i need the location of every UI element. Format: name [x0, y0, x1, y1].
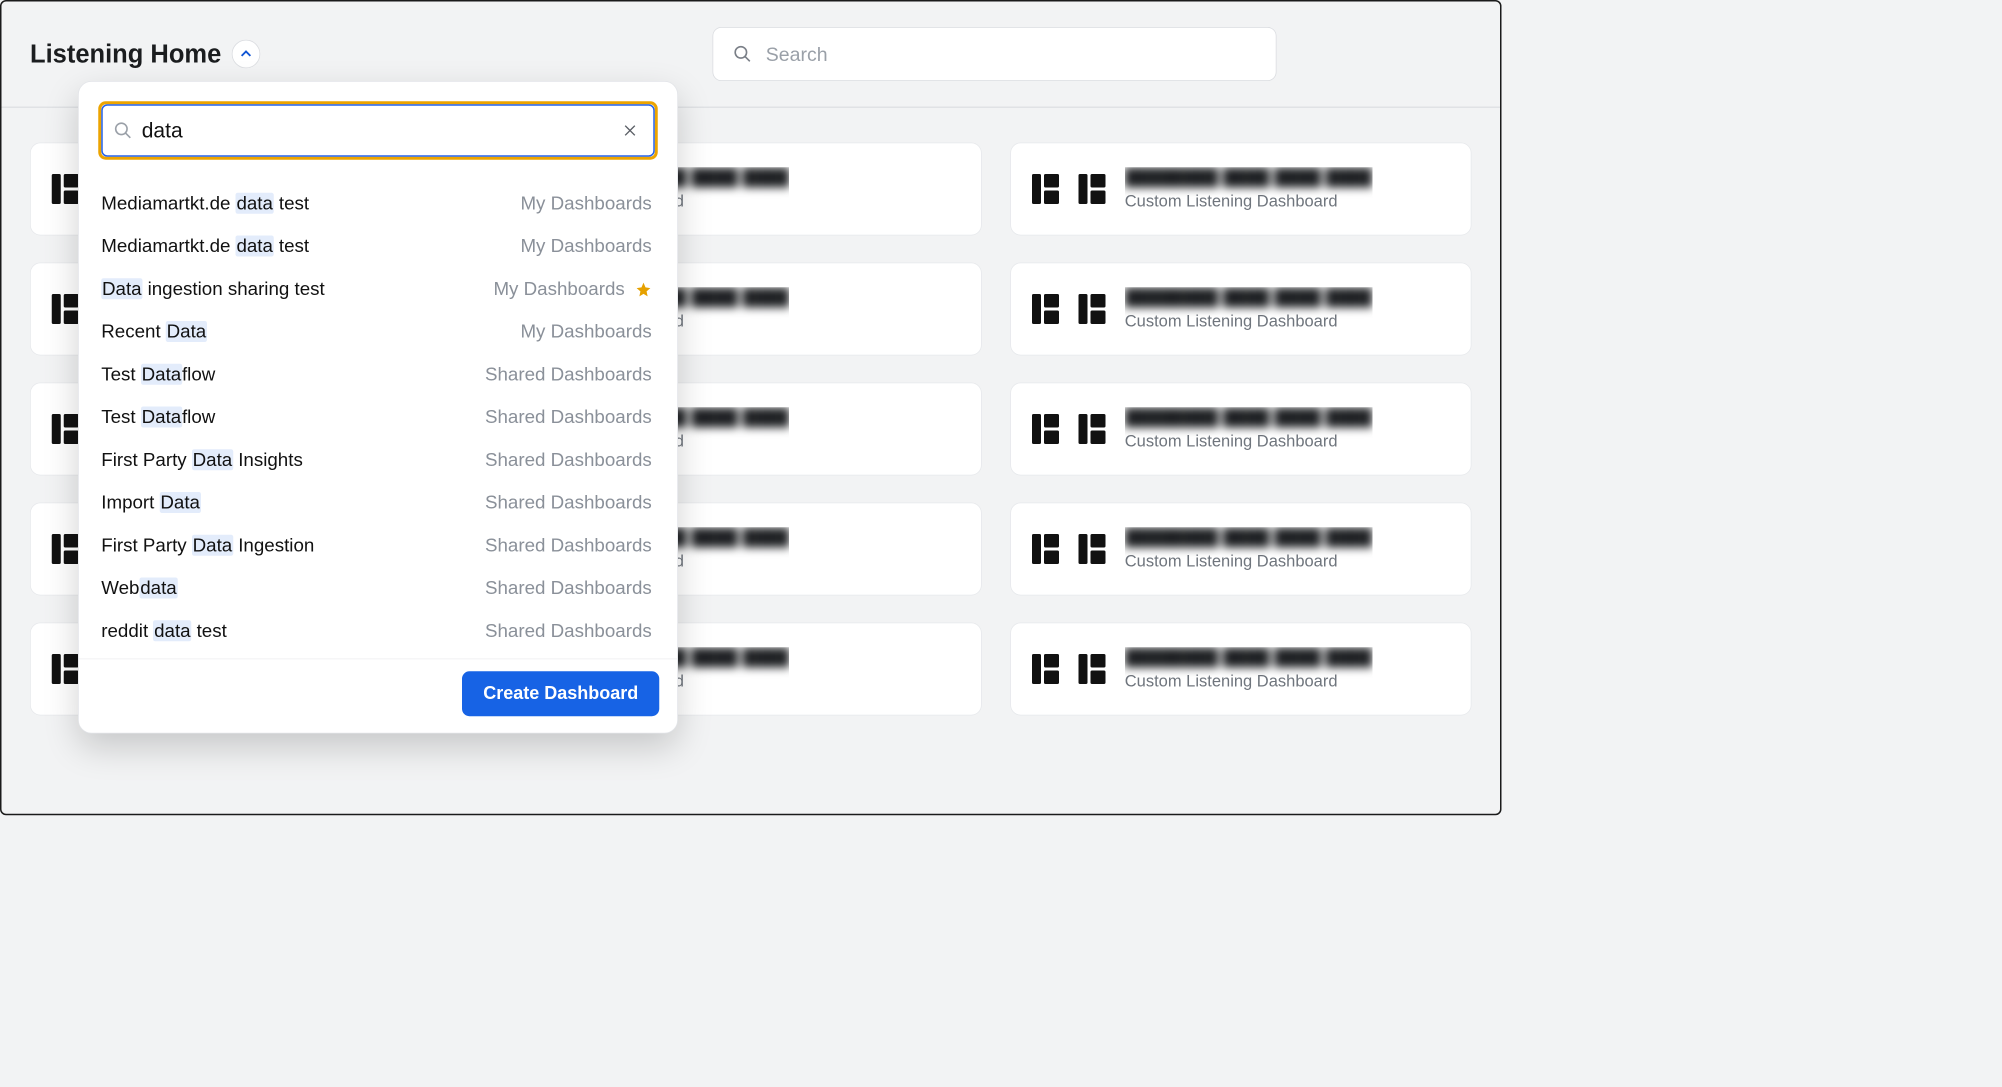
dropdown-results-list: Mediamartkt.de data testMy DashboardsMed…: [79, 169, 678, 659]
dropdown-result-category: My Dashboards: [493, 278, 624, 300]
dashboard-icon: [1078, 174, 1108, 204]
dashboard-card-title: ████████ ████ ████ ████: [1125, 167, 1373, 187]
dropdown-result-category: Shared Dashboards: [485, 620, 652, 642]
dashboard-card-title: ████████ ████ ████ ████: [1125, 647, 1373, 667]
dropdown-result-name: Webdata: [101, 578, 177, 600]
dropdown-result-row[interactable]: First Party Data Ingestion Shared Dashboa…: [79, 524, 678, 567]
dropdown-result-row[interactable]: reddit data test Shared Dashboards: [79, 610, 678, 653]
dropdown-footer: Create Dashboard: [79, 659, 678, 733]
dropdown-result-category: My Dashboards: [520, 236, 651, 258]
create-dashboard-button[interactable]: Create Dashboard: [462, 671, 659, 716]
collapse-toggle-button[interactable]: [232, 40, 261, 69]
dropdown-result-category: Shared Dashboards: [485, 364, 652, 386]
dropdown-result-category: Shared Dashboards: [485, 578, 652, 600]
dashboard-icon: [1078, 294, 1108, 324]
search-dropdown-panel: Mediamartkt.de data testMy DashboardsMed…: [78, 81, 678, 734]
dropdown-result-category: My Dashboards: [520, 321, 651, 343]
dropdown-result-name: First Party Data Ingestion: [101, 535, 314, 557]
global-search-input[interactable]: [766, 42, 1257, 65]
dashboard-card-title: ████████ ████ ████ ████: [1125, 407, 1373, 427]
dashboard-column: ████████ ████ ████ ████ Custom Listening …: [1010, 143, 1471, 716]
dropdown-result-name: Data ingestion sharing test: [101, 278, 325, 300]
dropdown-result-row[interactable]: First Party Data Insights Shared Dashboar…: [79, 439, 678, 482]
global-search-field[interactable]: [713, 27, 1277, 81]
dropdown-result-name: First Party Data Insights: [101, 449, 303, 471]
dashboard-icon: [1032, 174, 1062, 204]
dashboard-icon: [1078, 654, 1108, 684]
dropdown-result-row[interactable]: Test Dataflow Shared Dashboards: [79, 353, 678, 396]
dropdown-result-row[interactable]: Recent Data My Dashboards: [79, 311, 678, 354]
dashboard-card-subtitle: Custom Listening Dashboard: [1125, 551, 1373, 571]
dropdown-result-row[interactable]: Test Dataflow Shared Dashboards: [79, 396, 678, 439]
dropdown-search-wrap: [79, 82, 678, 169]
page-title: Listening Home: [30, 39, 221, 68]
clear-icon[interactable]: [622, 122, 639, 139]
dashboard-card[interactable]: ████████ ████ ████ ████ Custom Listening …: [1010, 503, 1471, 596]
dropdown-result-row[interactable]: Import Data Shared Dashboards: [79, 482, 678, 525]
dropdown-result-category: My Dashboards: [520, 193, 651, 215]
dashboard-card[interactable]: ████████ ████ ████ ████ Custom Listening …: [1010, 263, 1471, 356]
dropdown-result-name: Mediamartkt.de data test: [101, 193, 309, 215]
dashboard-card-title: ████████ ████ ████ ████: [1125, 287, 1373, 307]
dropdown-result-row[interactable]: Mediamartkt.de data test My Dashboards: [79, 182, 678, 225]
dropdown-result-category: Shared Dashboards: [485, 449, 652, 471]
dropdown-result-category: Shared Dashboards: [485, 535, 652, 557]
dashboard-card-subtitle: Custom Listening Dashboard: [1125, 311, 1373, 331]
app-window: Listening Home: [0, 0, 1502, 815]
dashboard-card[interactable]: ████████ ████ ████ ████ Custom Listening …: [1010, 143, 1471, 236]
dropdown-result-name: Recent Data: [101, 321, 207, 343]
dropdown-result-category: Shared Dashboards: [485, 492, 652, 514]
dropdown-search-field[interactable]: [101, 104, 655, 157]
dropdown-result-name: Mediamartkt.de data test: [101, 236, 309, 258]
dashboard-icon: [1032, 294, 1062, 324]
chevron-up-icon: [239, 47, 254, 62]
dropdown-result-row[interactable]: Mediamartkt.de data test My Dashboards: [79, 225, 678, 268]
dashboard-icon: [1032, 654, 1062, 684]
dropdown-result-row[interactable]: Data ingestion sharing test My Dashboards: [79, 268, 678, 311]
dropdown-result-row[interactable]: Webdata Shared Dashboards: [79, 567, 678, 610]
dropdown-search-input[interactable]: [142, 119, 622, 143]
dashboard-card-subtitle: Custom Listening Dashboard: [1125, 671, 1373, 691]
dropdown-result-name: reddit data test: [101, 620, 227, 642]
dashboard-card[interactable]: ████████ ████ ████ ████ Custom Listening …: [1010, 383, 1471, 476]
dashboard-card-title: ████████ ████ ████ ████: [1125, 527, 1373, 547]
dropdown-result-name: Import Data: [101, 492, 200, 514]
dashboard-card-subtitle: Custom Listening Dashboard: [1125, 191, 1373, 211]
dropdown-search-highlight: [98, 101, 658, 160]
dashboard-icon: [1078, 534, 1108, 564]
search-icon: [113, 121, 133, 141]
dashboard-card[interactable]: ████████ ████ ████ ████ Custom Listening …: [1010, 623, 1471, 716]
dashboard-icon: [1032, 534, 1062, 564]
dashboard-icon: [1032, 414, 1062, 444]
search-icon: [733, 44, 753, 64]
dashboard-card-subtitle: Custom Listening Dashboard: [1125, 431, 1373, 451]
dropdown-result-category: Shared Dashboards: [485, 407, 652, 429]
dropdown-result-name: Test Dataflow: [101, 364, 215, 386]
star-icon: [635, 281, 652, 298]
dashboard-icon: [1078, 414, 1108, 444]
dropdown-result-name: Test Dataflow: [101, 407, 215, 429]
